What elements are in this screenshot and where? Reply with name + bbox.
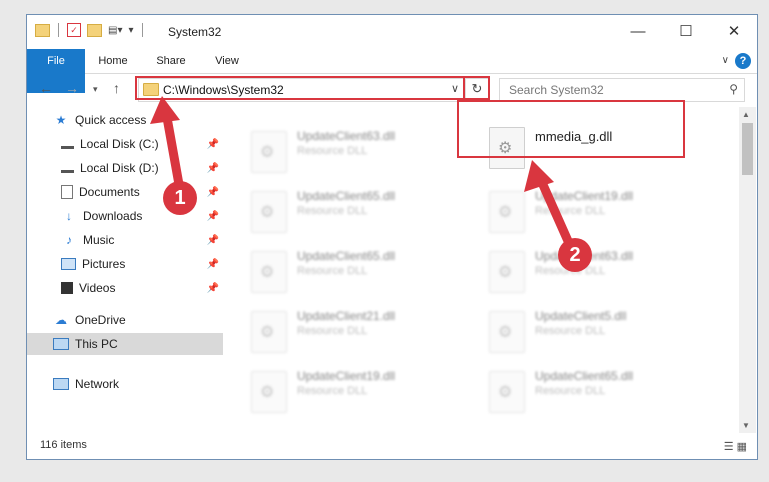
step-1-badge: 1 — [163, 181, 197, 215]
step-2-badge: 2 — [558, 238, 592, 272]
arrow-2-head — [524, 160, 554, 192]
arrow-1-head — [150, 96, 180, 124]
arrow-1-shaft — [161, 107, 185, 195]
annotation-arrow-1 — [150, 96, 577, 255]
